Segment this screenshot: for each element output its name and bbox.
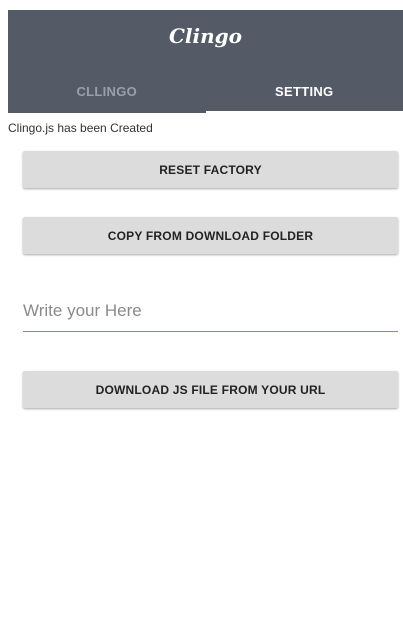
tab-cllingo[interactable]: CLLINGO	[8, 70, 206, 113]
reset-factory-button[interactable]: RESET FACTORY	[23, 151, 398, 188]
app-screen: Clingo CLLINGO SETTING Clingo.js has bee…	[8, 10, 403, 640]
copy-from-download-folder-button[interactable]: COPY FROM DOWNLOAD FOLDER	[23, 217, 398, 254]
url-input[interactable]	[23, 291, 398, 332]
app-title: Clingo	[169, 24, 242, 48]
tab-bar: CLLINGO SETTING	[8, 70, 403, 113]
tab-setting[interactable]: SETTING	[205, 70, 403, 113]
app-bar: Clingo CLLINGO SETTING	[8, 10, 403, 113]
download-js-file-button[interactable]: DOWNLOAD JS FILE FROM YOUR URL	[23, 371, 398, 408]
status-message: Clingo.js has been Created	[8, 121, 153, 135]
